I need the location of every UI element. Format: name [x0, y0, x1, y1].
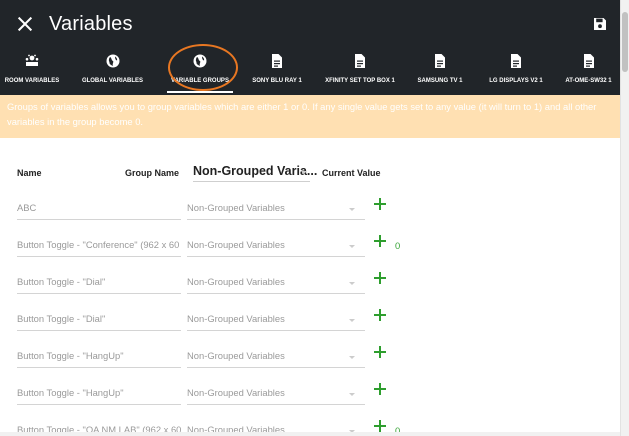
app-header: Variables ROOM VARIABLES GLOBAL VARIABLE… — [0, 0, 620, 95]
group-select-value: Non-Grouped Variables — [187, 276, 285, 287]
variables-table: Name Group Name Non-Grouped Varia... Cur… — [0, 138, 620, 432]
group-select[interactable]: Non-Grouped Variables — [187, 387, 365, 405]
tab-lg-displays-v2-1[interactable]: LG DISPLAYS V2 1 — [475, 48, 557, 95]
table-row: Button Toggle - "Conference" (962 x 60 N… — [0, 230, 620, 267]
chevron-down-icon — [349, 282, 355, 285]
add-icon[interactable] — [374, 420, 386, 432]
tab-label: GLOBAL VARIABLES — [81, 78, 144, 84]
tab-label: AT-OME-SW32 1 — [565, 78, 612, 84]
chevron-down-icon — [349, 245, 355, 248]
variable-name-field[interactable]: Button Toggle - "Dial" — [17, 313, 181, 331]
tab-label: ROOM VARIABLES — [4, 78, 60, 84]
tab-label: LG DISPLAYS V2 1 — [489, 78, 543, 84]
close-icon[interactable] — [17, 16, 33, 32]
variable-name-field[interactable]: Button Toggle - "Dial" — [17, 276, 181, 294]
tab-at-ome-sw32-1[interactable]: AT-OME-SW32 1 — [557, 48, 620, 95]
add-icon[interactable] — [374, 272, 386, 284]
group-filter-select[interactable]: Non-Grouped Varia... — [193, 162, 317, 182]
group-select[interactable]: Non-Grouped Variables — [187, 350, 365, 368]
table-row: Button Toggle - "Dial" Non-Grouped Varia… — [0, 304, 620, 341]
chevron-down-icon — [349, 393, 355, 396]
tab-global-variables[interactable]: GLOBAL VARIABLES — [64, 48, 161, 95]
group-filter-value: Non-Grouped Varia... — [193, 164, 318, 178]
globe-icon — [106, 54, 119, 68]
add-icon[interactable] — [374, 346, 386, 358]
tab-variable-groups[interactable]: VARIABLE GROUPS — [161, 48, 239, 95]
document-icon — [583, 54, 594, 68]
add-icon[interactable] — [374, 309, 386, 321]
horizontal-scrollbar[interactable] — [0, 432, 620, 436]
add-icon[interactable] — [374, 198, 386, 210]
group-select-value: Non-Grouped Variables — [187, 239, 285, 250]
variable-name-field[interactable]: Button Toggle - "HangUp" — [17, 350, 181, 368]
globe-icon — [193, 54, 207, 68]
group-select[interactable]: Non-Grouped Variables — [187, 424, 365, 432]
chevron-down-icon — [301, 171, 307, 174]
tab-label: SONY BLU RAY 1 — [252, 78, 302, 84]
tab-room-variables[interactable]: ROOM VARIABLES — [0, 48, 64, 95]
window-title: Variables — [49, 12, 133, 35]
room-icon — [25, 54, 39, 66]
title-bar: Variables — [0, 0, 620, 48]
document-icon — [272, 54, 282, 68]
group-select-value: Non-Grouped Variables — [187, 202, 285, 213]
variable-name-field[interactable]: Button Toggle - "HangUp" — [17, 387, 181, 405]
add-icon[interactable] — [374, 235, 386, 247]
group-select[interactable]: Non-Grouped Variables — [187, 276, 365, 294]
current-value-column-header: Current Value — [322, 168, 381, 178]
table-row: ABC Non-Grouped Variables — [0, 193, 620, 230]
group-select-value: Non-Grouped Variables — [187, 387, 285, 398]
vertical-scrollbar[interactable] — [620, 0, 629, 436]
table-row: Button Toggle - "Dial" Non-Grouped Varia… — [0, 267, 620, 304]
variable-name-field[interactable]: Button Toggle - "Conference" (962 x 60 — [17, 239, 181, 257]
table-row: Button Toggle - "OA NM LAB" (962 x 60 No… — [0, 415, 620, 432]
table-row: Button Toggle - "HangUp" Non-Grouped Var… — [0, 341, 620, 378]
tab-label: SAMSUNG TV 1 — [417, 78, 463, 84]
tab-label: VARIABLE GROUPS — [171, 78, 229, 84]
tab-samsung-tv-1[interactable]: SAMSUNG TV 1 — [405, 48, 475, 95]
current-value: 0 — [395, 425, 401, 432]
variable-name-field[interactable]: ABC — [17, 202, 181, 220]
group-select[interactable]: Non-Grouped Variables — [187, 202, 365, 220]
tab-label: XFINITY SET TOP BOX 1 — [325, 78, 395, 84]
document-icon — [435, 54, 445, 68]
tab-xfinity-set-top-box-1[interactable]: XFINITY SET TOP BOX 1 — [315, 48, 405, 95]
name-column-header: Name — [17, 168, 42, 178]
save-icon[interactable] — [593, 17, 607, 31]
scrollbar-thumb[interactable] — [622, 12, 628, 72]
chevron-down-icon — [349, 356, 355, 359]
info-notice: Groups of variables allows you to group … — [0, 95, 620, 138]
variable-name-field[interactable]: Button Toggle - "OA NM LAB" (962 x 60 — [17, 424, 181, 432]
group-select[interactable]: Non-Grouped Variables — [187, 313, 365, 331]
chevron-down-icon — [349, 208, 355, 211]
chevron-down-icon — [349, 319, 355, 322]
add-icon[interactable] — [374, 383, 386, 395]
document-icon — [355, 54, 365, 68]
tab-bar: ROOM VARIABLES GLOBAL VARIABLES VARIABLE… — [0, 48, 620, 95]
group-select-value: Non-Grouped Variables — [187, 350, 285, 361]
document-icon — [511, 54, 521, 68]
tab-sony-blu-ray-1[interactable]: SONY BLU RAY 1 — [239, 48, 315, 95]
table-row: Button Toggle - "HangUp" Non-Grouped Var… — [0, 378, 620, 415]
group-select-value: Non-Grouped Variables — [187, 424, 285, 432]
group-name-column-header: Group Name — [125, 168, 180, 178]
current-value: 0 — [395, 240, 401, 251]
group-select[interactable]: Non-Grouped Variables — [187, 239, 365, 257]
group-select-value: Non-Grouped Variables — [187, 313, 285, 324]
